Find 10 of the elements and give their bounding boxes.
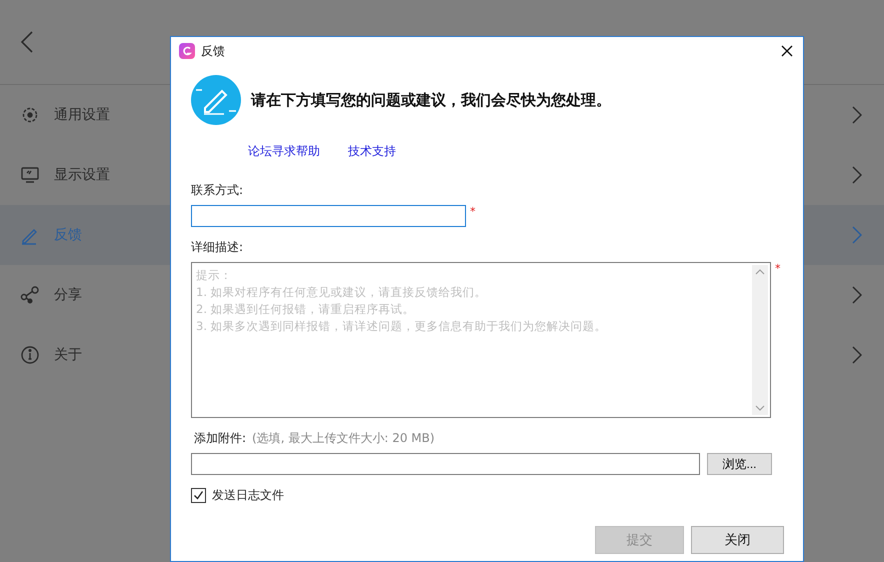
- description-placeholder: 提示： 1. 如果对程序有任何意见或建议，请直接反馈给我们。 2. 如果遇到任何报错，请重启程序再试。 3. 如果多次遇到同样报错，请详述问题，更多信息有助于我们为您解决问题。: [195, 267, 608, 335]
- contact-label: 联系方式:: [191, 182, 244, 199]
- attachment-label: 添加附件:: [194, 430, 246, 447]
- description-label: 详细描述:: [191, 239, 244, 256]
- dialog-heading: 请在下方填写您的问题或建议，我们会尽快为您处理。: [251, 90, 611, 110]
- required-mark: *: [470, 205, 476, 218]
- send-log-label: 发送日志文件: [212, 487, 284, 504]
- dialog-title: 反馈: [201, 42, 226, 60]
- required-mark: *: [775, 262, 780, 275]
- attachment-hint: (选填, 最大上传文件大小: 20 MB): [252, 430, 435, 447]
